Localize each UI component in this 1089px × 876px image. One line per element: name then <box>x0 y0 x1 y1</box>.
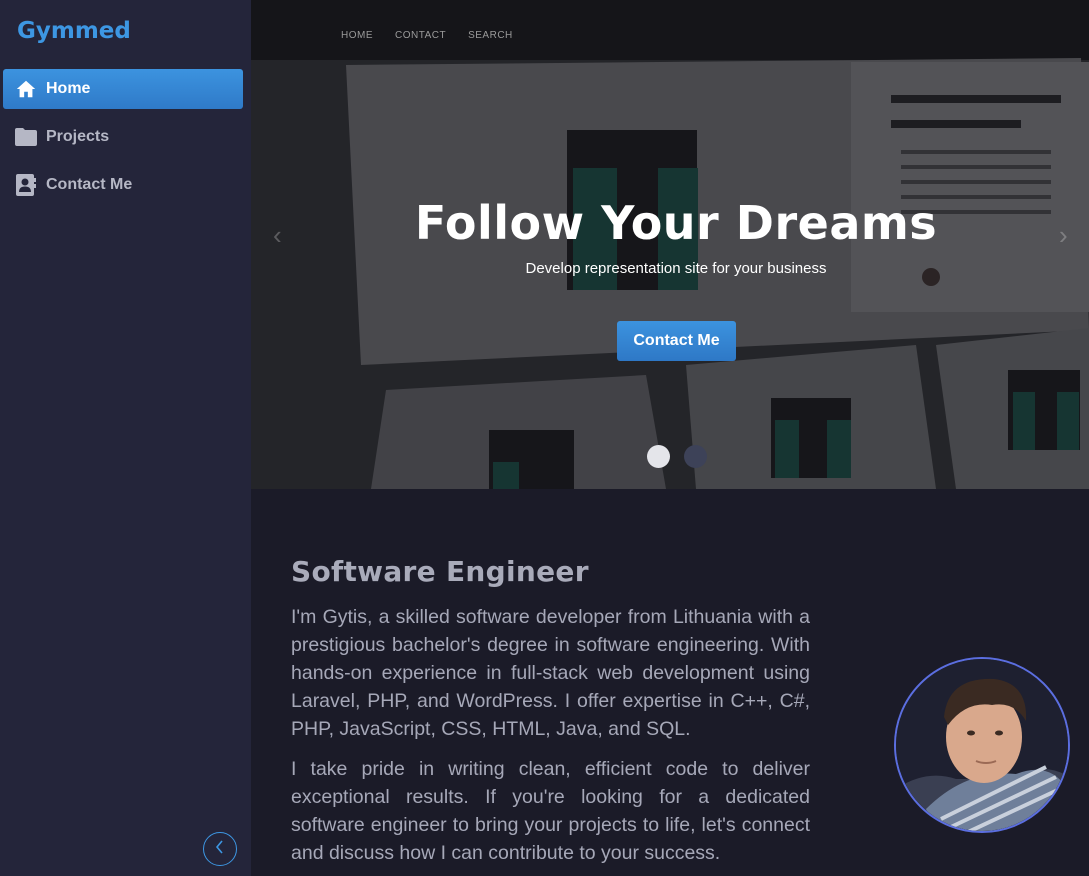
topnav-item: HOME <box>341 30 373 41</box>
topnav-item: SEARCH <box>468 30 513 41</box>
brand-logo[interactable]: Gymmed <box>17 18 131 44</box>
hero-contact-button[interactable]: Contact Me <box>617 321 736 361</box>
home-icon <box>14 77 38 101</box>
sidebar-item-label: Home <box>46 80 91 97</box>
sidebar-item-label: Projects <box>46 128 110 145</box>
about-section: Software Engineer I'm Gytis, a skilled s… <box>251 489 1089 876</box>
about-heading: Software Engineer <box>291 555 589 588</box>
sidebar-item-home[interactable]: Home <box>3 69 243 109</box>
contact-book-icon <box>14 173 38 197</box>
chevron-left-icon <box>214 839 226 859</box>
sidebar: Gymmed Home Projects Contact Me <box>0 0 251 876</box>
about-paragraph-1: I'm Gytis, a skilled software developer … <box>291 606 810 740</box>
topnav-item: CONTACT <box>395 30 447 41</box>
about-paragraph-2: I take pride in writing clean, efficient… <box>291 758 810 864</box>
sidebar-item-projects[interactable]: Projects <box>3 117 243 157</box>
carousel-indicator-2[interactable] <box>684 445 707 468</box>
sidebar-item-contact-me[interactable]: Contact Me <box>3 165 243 205</box>
hero-carousel: HOME CONTACT SEARCH ‹ › Follow Your Drea… <box>251 0 1089 489</box>
hero-subtitle: Develop representation site for your bus… <box>525 260 827 277</box>
sidebar-item-label: Contact Me <box>46 176 133 193</box>
avatar <box>894 657 1070 833</box>
hero-title: Follow Your Dreams <box>414 196 938 250</box>
carousel-indicator-1[interactable] <box>647 445 670 468</box>
sidebar-collapse-button[interactable] <box>203 832 237 866</box>
folder-icon <box>14 125 38 149</box>
background-topnav: HOME CONTACT SEARCH <box>341 30 513 41</box>
